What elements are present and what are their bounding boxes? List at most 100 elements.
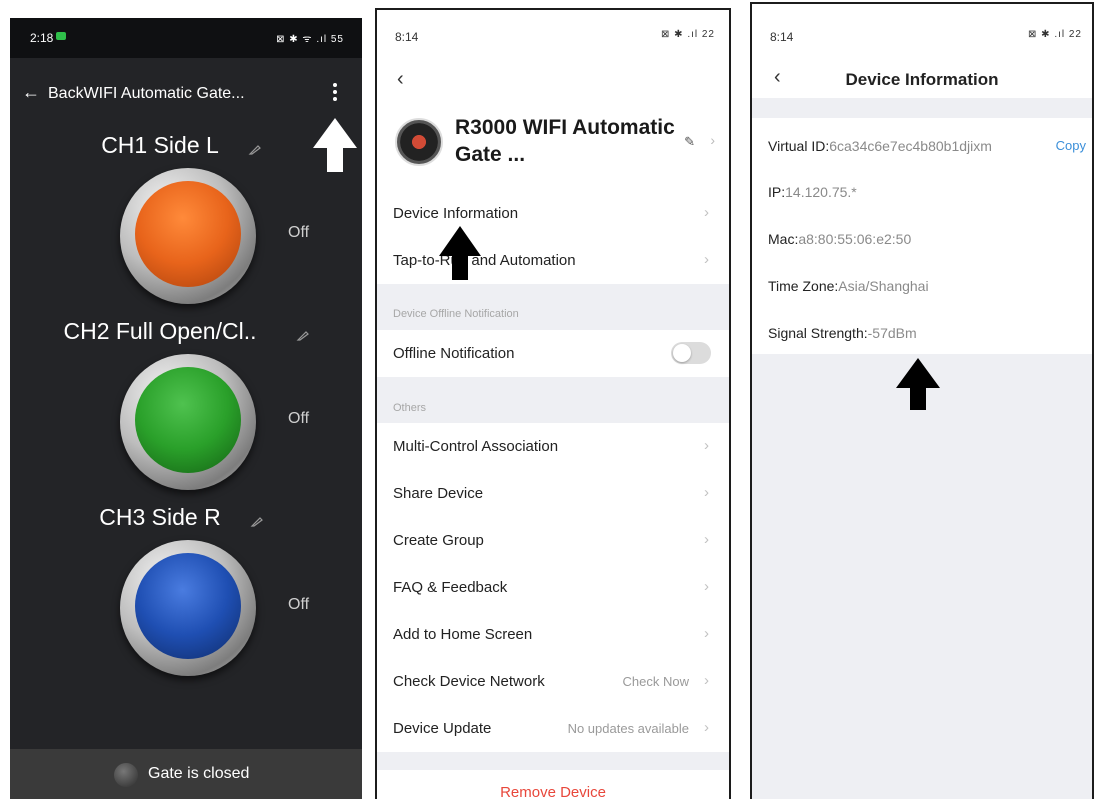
timezone-key: Time Zone: [768, 278, 839, 294]
row-label: Add to Home Screen [393, 626, 533, 643]
ip-key: IP: [768, 184, 786, 200]
row-label: Share Device [393, 485, 484, 502]
row-add-home-screen[interactable]: Add to Home Screen › [377, 611, 729, 658]
row-label: Multi-Control Association [393, 438, 559, 455]
mac-value: a8:80:55:06:e2:50 [798, 231, 912, 247]
channel-2-state: Off [288, 410, 310, 427]
row-tap-to-run[interactable]: Tap-to-Run and Automation › [377, 237, 729, 284]
offline-notification-toggle[interactable] [671, 342, 711, 364]
edit-icon[interactable] [250, 514, 264, 528]
chevron-right-icon: › [704, 437, 709, 454]
row-create-group[interactable]: Create Group › [377, 517, 729, 564]
row-value: No updates available [567, 721, 689, 736]
status-bar: 8:14 ⊠ ✱ .ıl 22 [752, 4, 1092, 48]
copy-button[interactable]: Copy [1056, 138, 1086, 153]
up-arrow-annotation [313, 118, 357, 172]
row-multi-control[interactable]: Multi-Control Association › [377, 423, 729, 470]
row-label: Tap-to-Run and Automation [393, 252, 576, 269]
ip-row: IP:14.120.75.* [768, 184, 857, 200]
device-info-card: Virtual ID:6ca34c6e7ec4b80b1djixm Copy I… [752, 118, 1092, 354]
virtual-id-row: Virtual ID:6ca34c6e7ec4b80b1djixm [768, 138, 992, 154]
row-label: Offline Notification [393, 345, 515, 362]
mac-key: Mac: [768, 231, 799, 247]
nav-bar: ‹ Device Information [752, 48, 1092, 98]
edit-icon[interactable]: ✎ [684, 134, 695, 150]
signal-value: -57dBm [867, 325, 917, 341]
message-notification-icon [56, 32, 66, 40]
channel-3-button[interactable] [120, 540, 256, 676]
gate-status-text: Gate is closed [148, 765, 250, 782]
chevron-right-icon: › [704, 531, 709, 548]
timezone-value: Asia/Shanghai [838, 278, 929, 294]
page-title: Device Information [845, 70, 999, 89]
timezone-row: Time Zone:Asia/Shanghai [768, 278, 929, 294]
app-bar: ← BackWIFI Automatic Gate... [10, 78, 362, 110]
status-time: 8:14 [395, 30, 419, 44]
row-label: Check Device Network [393, 673, 545, 690]
channel-2-button-face [135, 367, 241, 473]
channel-3-state: Off [288, 596, 310, 613]
signal-row: Signal Strength:-57dBm [768, 325, 917, 341]
edit-icon[interactable] [296, 328, 310, 342]
status-icons: ⊠ ✱ .ıl 22 [661, 29, 715, 40]
device-avatar [395, 118, 443, 166]
chevron-right-icon: › [704, 484, 709, 501]
device-title: WIFI Automatic Gate... [83, 85, 245, 102]
edit-icon[interactable] [248, 142, 262, 156]
channel-3-button-face [135, 553, 241, 659]
chevron-right-icon: › [710, 132, 715, 148]
virtual-id-key: Virtual ID: [768, 138, 830, 154]
status-bar: 8:14 ⊠ ✱ .ıl 22 [377, 10, 729, 54]
chevron-right-icon: › [704, 251, 709, 268]
gate-status-bar: Gate is closed [10, 749, 362, 799]
device-name: R3000 WIFI Automatic Gate ... [455, 116, 675, 166]
row-share-device[interactable]: Share Device › [377, 470, 729, 517]
remove-device-button[interactable]: Remove Device [377, 770, 729, 799]
channel-1-button[interactable] [120, 168, 256, 304]
device-settings-screen: 8:14 ⊠ ✱ .ıl 22 ‹ R3000 WIFI Automatic G… [375, 8, 731, 799]
back-label[interactable]: Back [48, 85, 84, 102]
back-title[interactable]: BackWIFI Automatic Gate... [48, 85, 245, 103]
status-icons: ⊠ ✱ .ıl 22 [1028, 29, 1082, 40]
channel-2-label: CH2 Full Open/Cl.. [63, 318, 257, 344]
row-value: Check Now [622, 674, 689, 689]
chevron-right-icon: › [704, 578, 709, 595]
device-header[interactable]: R3000 WIFI Automatic Gate ... ✎ › [377, 104, 729, 190]
channel-1-button-face [135, 181, 241, 287]
chevron-right-icon: › [704, 672, 709, 689]
row-offline-notification: Offline Notification [377, 330, 729, 377]
status-bar: 2:18 ⊠ ✱ ᯤ .ıl 55 [10, 18, 362, 58]
chevron-right-icon: › [704, 204, 709, 221]
device-information-screen: 8:14 ⊠ ✱ .ıl 22 ‹ Device Information Vir… [750, 2, 1094, 799]
mac-row: Mac:a8:80:55:06:e2:50 [768, 231, 911, 247]
more-options-icon[interactable] [328, 80, 342, 106]
channel-2-button[interactable] [120, 354, 256, 490]
channel-1-label: CH1 Side L [101, 132, 219, 158]
status-time: 2:18 [30, 31, 54, 45]
status-icons: ⊠ ✱ ᯤ .ıl 55 [276, 34, 344, 45]
back-chevron-icon[interactable]: ‹ [397, 68, 404, 91]
virtual-id-value: 6ca34c6e7ec4b80b1djixm [829, 138, 992, 154]
row-faq-feedback[interactable]: FAQ & Feedback › [377, 564, 729, 611]
section-header-others: Others [393, 402, 427, 414]
row-device-information[interactable]: Device Information › [377, 190, 729, 237]
chevron-right-icon: › [704, 719, 709, 736]
row-label: Device Update [393, 720, 492, 737]
gate-status-indicator [114, 763, 138, 787]
nav-bar: ‹ [377, 54, 729, 104]
toggle-knob [673, 344, 691, 362]
up-arrow-annotation [439, 226, 481, 280]
row-device-update[interactable]: Device Update No updates available › [377, 705, 729, 752]
signal-key: Signal Strength: [768, 325, 868, 341]
channel-3-label: CH3 Side R [99, 504, 221, 530]
up-arrow-annotation [896, 358, 940, 410]
chevron-right-icon: › [704, 625, 709, 642]
back-arrow-icon[interactable]: ← [22, 82, 40, 103]
row-check-network[interactable]: Check Device Network Check Now › [377, 658, 729, 705]
channel-1-state: Off [288, 224, 310, 241]
status-time: 8:14 [770, 30, 794, 44]
ip-value: 14.120.75.* [785, 184, 857, 200]
row-label: Create Group [393, 532, 484, 549]
row-label: Device Information [393, 205, 519, 222]
row-label: FAQ & Feedback [393, 579, 508, 596]
